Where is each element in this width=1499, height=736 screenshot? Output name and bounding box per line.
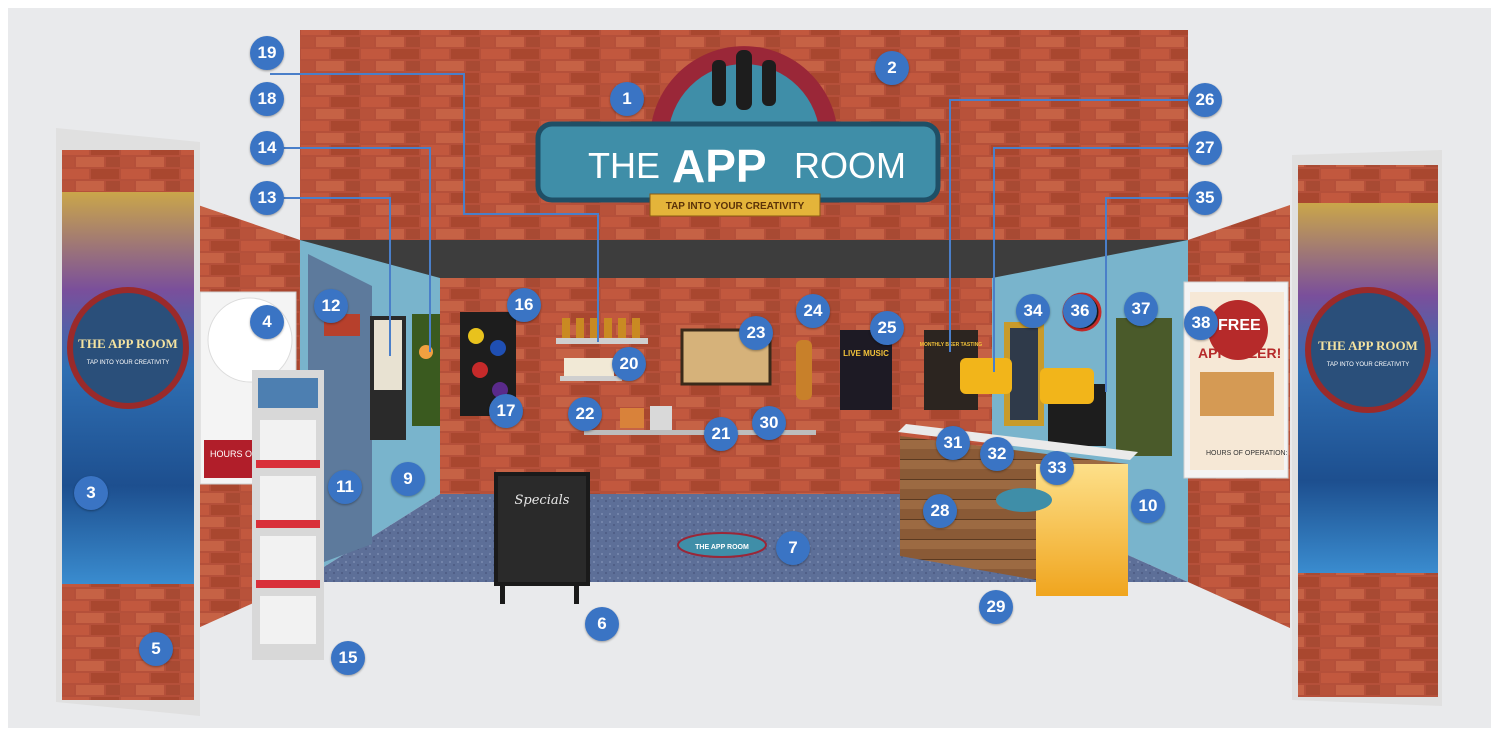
free-poster-footer: HOURS OF OPERATION:	[1206, 450, 1288, 457]
beer-tap-2-icon	[736, 50, 752, 110]
bottle-3-icon	[590, 318, 598, 338]
bar-logo	[996, 488, 1052, 512]
marker-20: 20	[612, 347, 646, 381]
rack-pocket-2	[256, 520, 320, 528]
sunset-poster	[412, 314, 440, 426]
hanging-lamp-2	[1040, 368, 1094, 404]
hanging-lamp-1	[960, 358, 1012, 394]
right-banner-sub: TAP INTO YOUR CREATIVITY	[1327, 362, 1409, 368]
sign-the: THE	[588, 145, 660, 186]
chalkboard-leg-left	[500, 584, 505, 604]
appetizer-text: APPETIZER!	[1198, 345, 1281, 361]
beer-tap-3-icon	[762, 60, 776, 106]
rack-header	[258, 378, 318, 408]
left-banner-sub: TAP INTO YOUR CREATIVITY	[87, 360, 169, 366]
booth-diagram: HOURS OF OPERATION: FREE APPETIZER! HOUR…	[0, 0, 1499, 736]
booth-scene: HOURS OF OPERATION: FREE APPETIZER! HOUR…	[8, 8, 1491, 728]
marker-27: 27	[1188, 131, 1222, 165]
marker-26: 26	[1188, 83, 1222, 117]
ball-1-icon	[468, 328, 484, 344]
marker-3: 3	[74, 476, 108, 510]
cup-shelf	[560, 376, 622, 381]
right-banner-brick-bottom	[1298, 573, 1438, 697]
marker-4: 4	[250, 305, 284, 339]
bottle-5-icon	[618, 318, 626, 338]
marker-5: 5	[139, 632, 173, 666]
food-photo	[1200, 372, 1274, 416]
ball-3-icon	[472, 362, 488, 378]
live-music-text: LIVE MUSIC	[843, 349, 889, 358]
chalkboard-specials	[494, 472, 590, 586]
marker-23: 23	[739, 316, 773, 350]
marker-7: 7	[776, 531, 810, 565]
brochure-2	[260, 476, 316, 524]
marker-2: 2	[875, 51, 909, 85]
poster-13-paper	[374, 320, 402, 390]
marker-6: 6	[585, 607, 619, 641]
shelf-box-1	[620, 408, 644, 428]
marker-38: 38	[1184, 306, 1218, 340]
marker-12: 12	[314, 289, 348, 323]
marker-33: 33	[1040, 451, 1074, 485]
bottle-4-icon	[604, 318, 612, 338]
marker-34: 34	[1016, 294, 1050, 328]
food-poster-37	[1116, 318, 1172, 456]
sign-tagline: TAP INTO YOUR CREATIVITY	[666, 201, 805, 212]
beer-tap-1-icon	[712, 60, 726, 106]
marker-36: 36	[1063, 294, 1097, 328]
bottle-shelf	[556, 338, 648, 344]
marker-9: 9	[391, 462, 425, 496]
shelf-box-2	[650, 406, 672, 430]
marker-22: 22	[568, 397, 602, 431]
rack-pocket-1	[256, 460, 320, 468]
sign-room: ROOM	[794, 145, 906, 186]
left-banner-brick-bottom	[62, 584, 194, 700]
marker-30: 30	[752, 406, 786, 440]
ball-2-icon	[490, 340, 506, 356]
marker-18: 18	[250, 82, 284, 116]
left-banner-title: THE APP ROOM	[78, 336, 178, 351]
sign-app: APP	[672, 140, 767, 192]
bottle-1-icon	[562, 318, 570, 338]
marker-24: 24	[796, 294, 830, 328]
brochure-4	[260, 596, 316, 644]
rack-pocket-3	[256, 580, 320, 588]
marker-14: 14	[250, 131, 284, 165]
marker-28: 28	[923, 494, 957, 528]
free-text: FREE	[1218, 317, 1261, 334]
marker-13: 13	[250, 181, 284, 215]
marker-16: 16	[507, 288, 541, 322]
marker-29: 29	[979, 590, 1013, 624]
guitar-icon	[796, 340, 812, 400]
marker-11: 11	[328, 470, 362, 504]
right-banner-brick-top	[1298, 165, 1438, 203]
marker-21: 21	[704, 417, 738, 451]
brochure-1	[260, 420, 316, 464]
marker-17: 17	[489, 394, 523, 428]
marker-19: 19	[250, 36, 284, 70]
right-banner-title: THE APP ROOM	[1318, 338, 1418, 353]
bottle-2-icon	[576, 318, 584, 338]
beer-tasting-text: MONTHLY BEER TASTING	[920, 342, 983, 348]
cups-icon	[564, 358, 614, 376]
chalkboard-leg-right	[574, 584, 579, 604]
left-banner-brick-top	[62, 150, 194, 192]
marker-37: 37	[1124, 292, 1158, 326]
portrait-photo	[1010, 328, 1038, 420]
marker-31: 31	[936, 426, 970, 460]
marker-35: 35	[1188, 181, 1222, 215]
chalkboard-title: Specials	[515, 493, 570, 508]
brochure-3	[260, 536, 316, 584]
marker-15: 15	[331, 641, 365, 675]
floor-logo-text: THE APP ROOM	[695, 544, 749, 551]
marker-32: 32	[980, 437, 1014, 471]
marker-1: 1	[610, 82, 644, 116]
marker-25: 25	[870, 311, 904, 345]
marker-10: 10	[1131, 489, 1165, 523]
bottle-6-icon	[632, 318, 640, 338]
